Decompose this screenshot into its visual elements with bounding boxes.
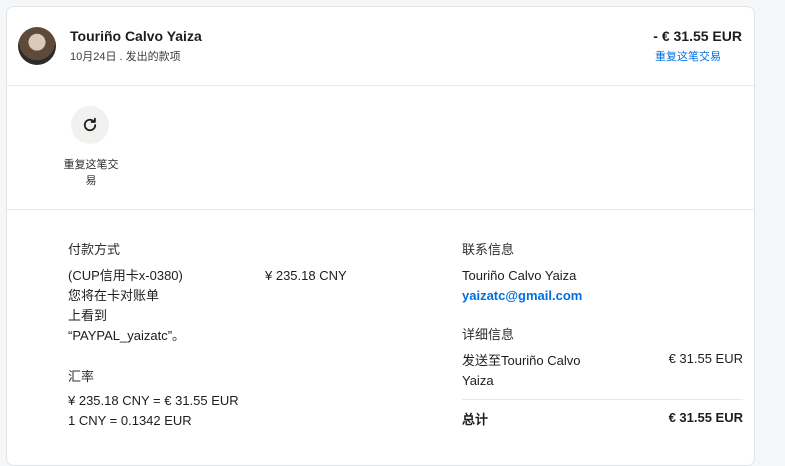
transaction-details: 付款方式 (CUP信用卡x-0380) 您将在卡对账单 上看到 “PAYPAL_… [7,209,754,449]
exchange-rate-line2: 1 CNY = 0.1342 EUR [68,413,192,428]
transaction-card: Touriño Calvo Yaiza 10月24日 . 发出的款项 - € 3… [6,6,755,466]
payment-column: 付款方式 (CUP信用卡x-0380) 您将在卡对账单 上看到 “PAYPAL_… [68,239,368,431]
sent-to-label: 发送至Touriño Calvo Yaiza [462,353,581,388]
contact-email[interactable]: yaizatc@gmail.com [462,286,743,306]
exchange-rate-title: 汇率 [68,369,95,384]
payment-card-description: (CUP信用卡x-0380) 您将在卡对账单 上看到 “PAYPAL_yaiza… [68,268,186,343]
exchange-rate-line1: ¥ 235.18 CNY = € 31.55 EUR [68,393,239,408]
avatar [18,27,56,65]
action-area: 重复这笔交易 [7,85,754,210]
repeat-transaction-button[interactable] [71,106,109,144]
payment-cny-amount: ¥ 235.18 CNY [265,268,347,283]
info-column: 联系信息 Touriño Calvo Yaiza yaizatc@gmail.c… [462,239,743,430]
sent-to-amount: € 31.55 EUR [668,351,743,366]
contact-info-title: 联系信息 [462,242,515,257]
refresh-icon [83,117,97,132]
divider [462,399,743,400]
total-divider [462,399,743,400]
repeat-transaction-label: 重复这笔交易 [63,159,119,187]
transaction-subtitle: 10月24日 . 发出的款项 [70,51,181,63]
total-amount: € 31.55 EUR [668,410,743,425]
transaction-amount: - € 31.55 EUR [653,28,742,44]
detail-info-title: 详细信息 [462,327,515,342]
recipient-name: Touriño Calvo Yaiza [70,28,202,44]
payment-method-row: (CUP信用卡x-0380) 您将在卡对账单 上看到 “PAYPAL_yaiza… [68,266,368,346]
contact-name: Touriño Calvo Yaiza [462,268,577,283]
repeat-transaction-link[interactable]: 重复这笔交易 [655,48,721,64]
sent-to-row: 发送至Touriño Calvo Yaiza € 31.55 EUR [462,351,743,391]
total-row: 总计 € 31.55 EUR [462,410,743,430]
transaction-header: Touriño Calvo Yaiza 10月24日 . 发出的款项 - € 3… [7,7,754,86]
payment-method-title: 付款方式 [68,242,121,257]
